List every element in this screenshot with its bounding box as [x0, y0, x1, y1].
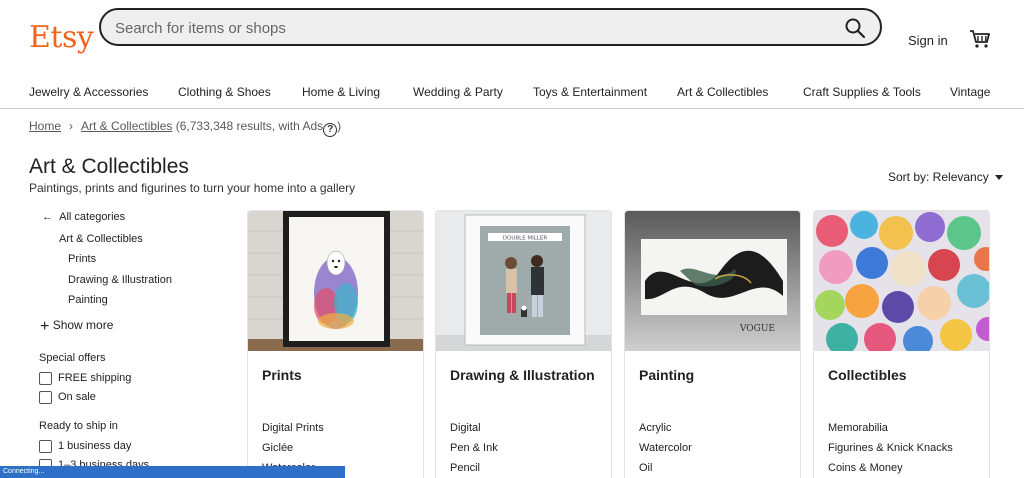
sidebar-item-prints[interactable]: Prints [68, 253, 96, 265]
category-card-painting[interactable]: VOGUE Painting Acrylic Watercolor Oil [624, 210, 801, 478]
search-icon[interactable] [844, 17, 866, 39]
sidebar-current-category[interactable]: Art & Collectibles [59, 233, 143, 245]
card-link-coins[interactable]: Coins & Money [828, 462, 903, 474]
results-count: (6,733,348 results, with Ads [175, 119, 324, 133]
caret-down-icon [994, 175, 1003, 180]
card-title-painting: Painting [639, 367, 695, 383]
painting-image: VOGUE [625, 211, 800, 351]
card-link-pen-ink[interactable]: Pen & Ink [450, 442, 498, 454]
ready-to-ship-heading: Ready to ship in [39, 420, 118, 432]
category-card-prints[interactable]: Prints Digital Prints Giclée Watercolor [247, 210, 424, 478]
show-more-label: Show more [52, 318, 114, 332]
sort-label: Sort by: Relevancy [888, 170, 989, 184]
card-link-giclee[interactable]: Giclée [262, 442, 293, 454]
card-link-digital-prints[interactable]: Digital Prints [262, 422, 324, 434]
special-offers-heading: Special offers [39, 352, 106, 364]
nav-item-home-living[interactable]: Home & Living [302, 85, 380, 99]
card-link-memorabilia[interactable]: Memorabilia [828, 422, 888, 434]
chevron-right-icon: › [69, 119, 74, 133]
nav-item-art[interactable]: Art & Collectibles [677, 85, 768, 99]
free-shipping-checkbox[interactable] [39, 372, 52, 385]
ship-1-day-checkbox[interactable] [39, 440, 52, 453]
drawing-image: DOUBLE MILLER [436, 211, 611, 351]
card-link-digital[interactable]: Digital [450, 422, 481, 434]
nav-item-toys[interactable]: Toys & Entertainment [533, 85, 647, 99]
etsy-logo[interactable]: Etsy [29, 20, 94, 55]
card-link-figurines[interactable]: Figurines & Knick Knacks [828, 442, 953, 454]
nav-item-vintage[interactable]: Vintage [950, 85, 990, 99]
search-bar[interactable] [99, 8, 882, 46]
ship-1-day-label[interactable]: 1 business day [58, 440, 131, 452]
prints-image [248, 211, 423, 351]
results-close-paren: ) [337, 119, 342, 133]
category-card-collectibles[interactable]: Collectibles Memorabilia Figurines & Kni… [813, 210, 990, 478]
collectibles-image [814, 211, 989, 351]
card-link-watercolor[interactable]: Watercolor [639, 442, 692, 454]
page-title: Art & Collectibles [29, 155, 189, 178]
sidebar-item-drawing[interactable]: Drawing & Illustration [68, 274, 172, 286]
browser-status-bar: Connecting... [0, 466, 345, 478]
drawing-banner-text: DOUBLE MILLER [503, 236, 548, 242]
sidebar-item-painting[interactable]: Painting [68, 294, 108, 306]
card-title-prints: Prints [262, 367, 302, 383]
breadcrumb-current[interactable]: Art & Collectibles [81, 119, 172, 133]
site-header: Etsy Sign in [0, 0, 1024, 78]
nav-item-clothing[interactable]: Clothing & Shoes [178, 85, 271, 99]
cart-icon[interactable] [969, 28, 991, 50]
painting-caption: VOGUE [739, 324, 775, 334]
arrow-left-icon: ← [42, 211, 53, 223]
plus-icon: + [40, 318, 50, 335]
search-input[interactable] [115, 18, 815, 38]
on-sale-label[interactable]: On sale [58, 391, 96, 403]
page-subtitle: Paintings, prints and figurines to turn … [29, 181, 356, 195]
help-icon[interactable]: ? [323, 123, 338, 137]
sign-in-link[interactable]: Sign in [908, 33, 948, 48]
card-link-oil[interactable]: Oil [639, 462, 652, 474]
on-sale-checkbox[interactable] [39, 391, 52, 404]
show-more-button[interactable]: + Show more [40, 318, 113, 336]
category-nav: Jewelry & Accessories Clothing & Shoes H… [0, 78, 1024, 109]
card-link-acrylic[interactable]: Acrylic [639, 422, 671, 434]
all-categories-label: All categories [59, 211, 126, 223]
card-link-pencil[interactable]: Pencil [450, 462, 480, 474]
breadcrumb-home[interactable]: Home [29, 119, 61, 133]
nav-item-craft[interactable]: Craft Supplies & Tools [803, 85, 921, 99]
all-categories-link[interactable]: ← All categories [42, 211, 125, 223]
category-card-drawing[interactable]: DOUBLE MILLER Drawing & Illustration Dig… [435, 210, 612, 478]
card-title-collectibles: Collectibles [828, 367, 907, 383]
nav-item-wedding[interactable]: Wedding & Party [413, 85, 503, 99]
breadcrumb: Home › Art & Collectibles (6,733,348 resul… [29, 119, 341, 137]
sort-dropdown[interactable]: Sort by: Relevancy [888, 170, 1003, 184]
free-shipping-label[interactable]: FREE shipping [58, 372, 131, 384]
card-title-drawing: Drawing & Illustration [450, 367, 595, 383]
nav-item-jewelry[interactable]: Jewelry & Accessories [29, 85, 148, 99]
